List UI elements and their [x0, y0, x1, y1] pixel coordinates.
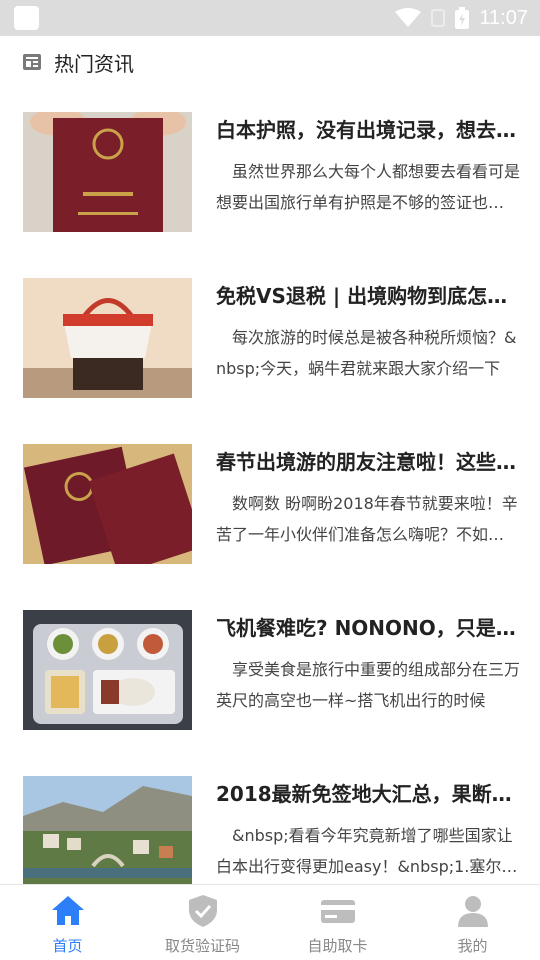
- news-summary: 数啊数 盼啊盼2018年春节就要来啦！辛苦了一年小伙伴们准备怎么嗨呢？不如出去走…: [216, 494, 520, 544]
- news-title: 春节出境游的朋友注意啦！这些事要提前准备: [216, 450, 520, 474]
- news-title: 飞机餐难吃? NONONO，只是你没有遇到好的: [216, 616, 520, 640]
- nav-label: 自助取卡: [307, 937, 368, 955]
- nav-home[interactable]: 首页: [0, 885, 135, 960]
- status-icons: 11:07: [395, 0, 528, 36]
- news-thumbnail: [23, 776, 192, 896]
- news-thumbnail: [23, 610, 192, 730]
- news-item[interactable]: 2018最新免签地大汇总，果断收藏 &nbsp;看看今年究竟新增了哪些国家让白本…: [0, 776, 540, 898]
- shield-check-icon: [185, 893, 221, 929]
- status-time: 11:07: [479, 6, 528, 29]
- news-summary: 享受美食是旅行中重要的组成部分在三万英尺的高空也一样~搭飞机出行的时候: [216, 660, 520, 710]
- home-icon: [50, 893, 86, 929]
- news-item[interactable]: 免税VS退税 | 出境购物到底怎么买才划算 每次旅游的时候总是被各种税所烦恼？&…: [0, 278, 540, 400]
- section-header: 热门资讯: [22, 44, 134, 80]
- nav-mine[interactable]: 我的: [405, 885, 540, 960]
- nav-label: 首页: [52, 937, 83, 955]
- news-thumbnail: [23, 444, 192, 564]
- wifi-icon: [395, 8, 422, 28]
- signal-icon: [431, 8, 446, 28]
- nav-label: 我的: [457, 937, 488, 955]
- section-title: 热门资讯: [54, 51, 134, 76]
- nav-self-card[interactable]: 自助取卡: [270, 885, 405, 960]
- app-notification-icon: [14, 6, 39, 30]
- news-thumbnail: [23, 278, 192, 398]
- battery-icon: [455, 7, 470, 29]
- news-title: 2018最新免签地大汇总，果断收藏: [216, 782, 520, 806]
- news-title: 白本护照，没有出境记录，想去哪里: [216, 118, 520, 142]
- nav-label: 取货验证码: [164, 937, 240, 955]
- news-title: 免税VS退税 | 出境购物到底怎么买才划算: [216, 284, 520, 308]
- status-bar: 11:07: [0, 0, 540, 36]
- nav-pickup-code[interactable]: 取货验证码: [135, 885, 270, 960]
- bottom-nav: 首页 取货验证码 自助取卡 我的: [0, 884, 540, 960]
- news-item[interactable]: 飞机餐难吃? NONONO，只是你没有遇到好的 享受美食是旅行中重要的组成部分在…: [0, 610, 540, 732]
- news-summary: 每次旅游的时候总是被各种税所烦恼？&nbsp;今天，蜗牛君就来跟大家介绍一下: [216, 328, 517, 378]
- news-item[interactable]: 白本护照，没有出境记录，想去哪里 虽然世界那么大每个人都想要去看看可是想要出国旅…: [0, 112, 540, 234]
- news-summary: &nbsp;看看今年究竟新增了哪些国家让白本出行变得更加easy！&nbsp;1…: [216, 826, 518, 876]
- news-thumbnail: [23, 112, 192, 232]
- news-icon: [22, 52, 42, 72]
- news-summary: 虽然世界那么大每个人都想要去看看可是想要出国旅行单有护照是不够的签证也是必不可少…: [216, 162, 520, 212]
- user-icon: [455, 893, 491, 929]
- news-item[interactable]: 春节出境游的朋友注意啦！这些事要提前准备 数啊数 盼啊盼2018年春节就要来啦！…: [0, 444, 540, 566]
- card-icon: [320, 893, 356, 929]
